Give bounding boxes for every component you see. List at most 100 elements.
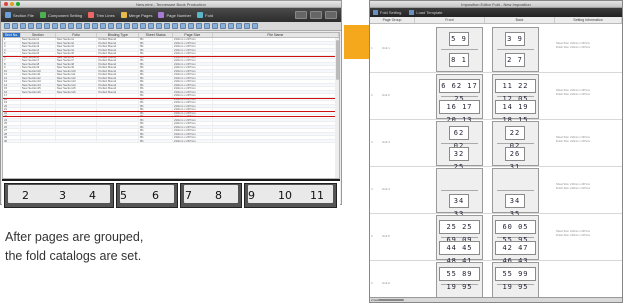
- tool-icon[interactable]: [164, 23, 170, 29]
- column-header[interactable]: Section: [21, 33, 56, 37]
- column-header[interactable]: Front: [415, 17, 485, 23]
- tool-icon[interactable]: [180, 23, 186, 29]
- table-cell: B1: [139, 76, 173, 79]
- merge-pages-button[interactable]: Merge Pages: [120, 12, 152, 18]
- tool-icon[interactable]: [4, 23, 10, 29]
- back-fold-page[interactable]: 34 35: [492, 168, 539, 218]
- setting-info: Sheet Size: 210mm x 297mm Finish Size: 21…: [556, 89, 590, 96]
- table-cell: [213, 122, 339, 125]
- tool-icon[interactable]: [140, 23, 146, 29]
- fold-button[interactable]: Fold: [197, 12, 213, 18]
- tool-icon[interactable]: [196, 23, 202, 29]
- tool-icon[interactable]: [212, 23, 218, 29]
- component-setting-button[interactable]: Component Setting: [39, 12, 82, 18]
- tool-icon[interactable]: [252, 23, 258, 29]
- back-fold-page[interactable]: 11 22 12 05 14 19 18 15: [492, 74, 539, 124]
- table-row[interactable]: 30 B1 210mm x 297mm: [3, 139, 339, 143]
- tool-icon[interactable]: [44, 23, 50, 29]
- table-cell: [97, 136, 140, 139]
- tool-icon[interactable]: [60, 23, 66, 29]
- tool-icon[interactable]: [20, 23, 26, 29]
- fold-row[interactable]: 2 Unit 26 62 17 25 16 17 20 13 11 22 12 05 1…: [370, 73, 622, 124]
- front-fold-page[interactable]: 25 25 69 09 44 45 48 41: [436, 215, 483, 265]
- table-cell: 210mm x 297mm: [173, 52, 213, 55]
- load-template-button[interactable]: Load Template: [409, 10, 443, 16]
- tool-icon[interactable]: [68, 23, 74, 29]
- tool-icon[interactable]: [28, 23, 34, 29]
- table-cell: [56, 139, 98, 142]
- tool-icon[interactable]: [124, 23, 130, 29]
- scrollbar-thumb[interactable]: [335, 40, 339, 80]
- page-number-cell: 26 31: [505, 147, 525, 171]
- column-header[interactable]: File Name: [213, 33, 339, 37]
- table-cell: 210mm x 297mm: [173, 104, 213, 107]
- fold-row[interactable]: 3 Unit 3 62 02 32 25 22 02 26 31 Sheet Size: 2…: [370, 120, 622, 171]
- view-detail-button[interactable]: [325, 11, 337, 19]
- tool-icon[interactable]: [76, 23, 82, 29]
- tool-icon[interactable]: [188, 23, 194, 29]
- trim-icon: [88, 12, 95, 18]
- table-cell: B1: [139, 136, 173, 139]
- column-header[interactable]: Sheet Status: [139, 33, 173, 37]
- table-cell: 210mm x 297mm: [173, 66, 213, 69]
- back-fold-page[interactable]: 3 9 2 7: [492, 27, 539, 72]
- tool-icon[interactable]: [100, 23, 106, 29]
- tool-icon[interactable]: [36, 23, 42, 29]
- front-fold-page[interactable]: 5 9 8 1: [436, 27, 483, 72]
- tool-icon[interactable]: [156, 23, 162, 29]
- page-number-cell: 11 22 12 05: [495, 79, 536, 103]
- tool-icon[interactable]: [52, 23, 58, 29]
- table-cell: [213, 76, 339, 79]
- page-number-cell: 42 47 46 43: [495, 241, 536, 265]
- tool-icon[interactable]: [84, 23, 90, 29]
- table-cell: New Section2: [56, 41, 98, 44]
- column-header[interactable]: Setting Information: [555, 17, 622, 23]
- table-cell: New Section9: [21, 66, 56, 69]
- tool-icon[interactable]: [204, 23, 210, 29]
- front-fold-page[interactable]: 34 33: [436, 168, 483, 218]
- front-fold-page[interactable]: 62 02 32 25: [436, 121, 483, 171]
- fold-row[interactable]: 4 Unit 4 34 33 34 35 Sheet Size: 210mm x 297…: [370, 167, 622, 218]
- tool-icon[interactable]: [148, 23, 154, 29]
- column-header[interactable]: Page Size: [173, 33, 213, 37]
- group-divider: [3, 98, 339, 99]
- fold-row[interactable]: 1 Unit 1 5 9 8 1 3 9 2 7 Sheet Size: 210mm x 2…: [370, 26, 622, 73]
- front-fold-page[interactable]: 6 62 17 25 16 17 20 13: [436, 74, 483, 124]
- tool-icon[interactable]: [236, 23, 242, 29]
- page-number-button[interactable]: Page Number: [158, 12, 191, 18]
- tool-icon[interactable]: [12, 23, 18, 29]
- table-cell: [56, 94, 98, 97]
- vertical-scrollbar[interactable]: [335, 38, 339, 178]
- tool-icon[interactable]: [172, 23, 178, 29]
- table-cell: Perfect Bound: [97, 45, 140, 48]
- table-cell: [56, 122, 98, 125]
- horizontal-scrollbar[interactable]: [378, 299, 404, 301]
- view-list-button[interactable]: [295, 11, 307, 19]
- tool-icon[interactable]: [108, 23, 114, 29]
- tool-icon[interactable]: [244, 23, 250, 29]
- column-header[interactable]: Folio: [56, 33, 98, 37]
- trim-lines-button[interactable]: Trim Lines: [88, 12, 115, 18]
- fold-number: 6: [152, 189, 159, 202]
- tool-icon[interactable]: [132, 23, 138, 29]
- back-fold-page[interactable]: 22 02 26 31: [492, 121, 539, 171]
- column-header[interactable]: Sect No.: [3, 33, 21, 37]
- tool-icon[interactable]: [116, 23, 122, 29]
- column-header[interactable]: Binding Type: [97, 33, 140, 37]
- view-grid-button[interactable]: [310, 11, 322, 19]
- tool-icon[interactable]: [228, 23, 234, 29]
- section-file-button[interactable]: Section File: [5, 12, 34, 18]
- fold-setting-button[interactable]: Fold Setting: [373, 10, 401, 16]
- tool-icon[interactable]: [220, 23, 226, 29]
- column-header[interactable]: Back: [485, 17, 555, 23]
- fold-row[interactable]: 5 Unit 5 25 25 69 09 44 45 48 41 60 05 55 95…: [370, 214, 622, 265]
- setting-info: Sheet Size: 210mm x 297mm Finish Size: 21…: [556, 230, 590, 237]
- page-number-icon: [158, 12, 165, 18]
- column-header[interactable]: Page Group: [370, 17, 415, 23]
- tool-icon[interactable]: [92, 23, 98, 29]
- finish-size-text: Finish Size: 210mm x 297mm: [556, 92, 591, 96]
- back-fold-page[interactable]: 60 05 55 95 42 47 46 43: [492, 215, 539, 265]
- table-cell: New Section4: [56, 48, 98, 51]
- sheet-size-text: Sheet Size: 210mm x 297mm: [556, 230, 591, 233]
- table-body: 1 New Section1 New Section1 Perfect Bound B1…: [3, 38, 339, 143]
